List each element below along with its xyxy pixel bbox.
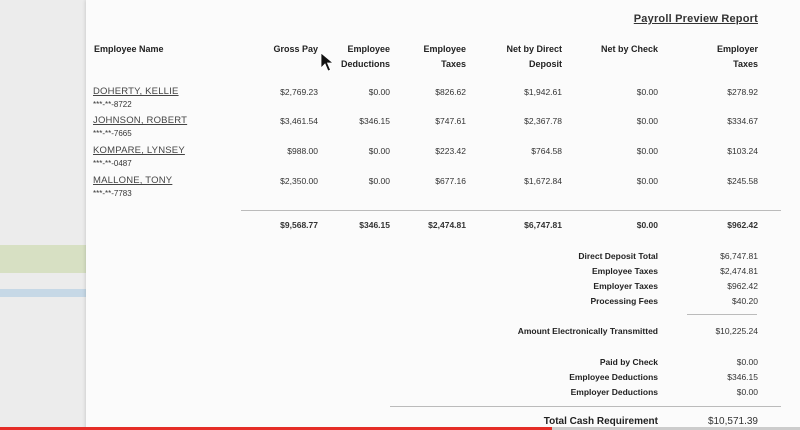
summary-employee-taxes-label: Employee Taxes xyxy=(592,266,658,276)
cell-employer-taxes: $334.67 xyxy=(727,116,758,126)
report-sheet: Payroll Preview Report Employee Name Gro… xyxy=(86,0,800,430)
cell-employee-taxes: $223.42 xyxy=(435,146,466,156)
col-header-net-by-check: Net by Check xyxy=(600,44,658,54)
cell-gross-pay: $2,350.00 xyxy=(280,176,318,186)
cell-employee-deductions: $0.00 xyxy=(368,87,390,97)
summary-divider-2 xyxy=(390,406,781,407)
summary-paid-by-check-value: $0.00 xyxy=(736,357,758,367)
cell-net-by-check: $0.00 xyxy=(636,176,658,186)
col-header-employee-taxes-line1: Employee xyxy=(423,44,466,54)
cell-gross-pay: $3,461.54 xyxy=(280,116,318,126)
summary-employee-deductions-value: $346.15 xyxy=(727,372,758,382)
cell-employee-deductions: $0.00 xyxy=(368,146,390,156)
cell-gross-pay: $988.00 xyxy=(287,146,318,156)
summary-total-cash-requirement-value: $10,571.39 xyxy=(707,416,758,427)
table-row: MALLONE, TONY ***-**-7783 $2,350.00 $0.0… xyxy=(86,175,800,205)
total-net-by-check: $0.00 xyxy=(636,220,658,230)
summary-direct-deposit-total-label: Direct Deposit Total xyxy=(578,251,658,261)
summary-employee-taxes-value: $2,474.81 xyxy=(720,266,758,276)
left-panel xyxy=(0,0,86,430)
total-gross-pay: $9,568.77 xyxy=(280,220,318,230)
cell-employer-taxes: $278.92 xyxy=(727,87,758,97)
cell-employee-deductions: $0.00 xyxy=(368,176,390,186)
cell-net-by-direct-deposit: $1,942.61 xyxy=(524,87,562,97)
mouse-pointer-icon xyxy=(320,52,334,72)
cell-net-by-check: $0.00 xyxy=(636,116,658,126)
left-panel-blue-band xyxy=(0,289,86,297)
summary-employee-deductions-label: Employee Deductions xyxy=(569,372,658,382)
summary-processing-fees-value: $40.20 xyxy=(732,296,758,306)
report-title[interactable]: Payroll Preview Report xyxy=(634,13,758,25)
col-header-net-direct-line1: Net by Direct xyxy=(506,44,562,54)
summary-employer-deductions-label: Employer Deductions xyxy=(570,387,658,397)
cell-employee-taxes: $677.16 xyxy=(435,176,466,186)
cell-gross-pay: $2,769.23 xyxy=(280,87,318,97)
cell-net-by-check: $0.00 xyxy=(636,87,658,97)
col-header-employee-deductions-line2: Deductions xyxy=(340,59,390,69)
col-header-employer-taxes-line2: Taxes xyxy=(733,59,758,69)
total-employer-taxes: $962.42 xyxy=(727,220,758,230)
employee-ssn: ***-**-0487 xyxy=(93,159,132,168)
cell-net-by-direct-deposit: $1,672.84 xyxy=(524,176,562,186)
employee-ssn: ***-**-7783 xyxy=(93,189,132,198)
summary-divider-1 xyxy=(687,314,757,315)
summary-employer-taxes-label: Employer Taxes xyxy=(593,281,658,291)
summary-paid-by-check-label: Paid by Check xyxy=(599,357,658,367)
summary-employer-deductions-value: $0.00 xyxy=(736,387,758,397)
summary-processing-fees-label: Processing Fees xyxy=(590,296,658,306)
employee-ssn: ***-**-7665 xyxy=(93,129,132,138)
col-header-net-by-direct-deposit: Net by Direct Deposit xyxy=(482,42,562,72)
summary-amount-transmitted-label: Amount Electronically Transmitted xyxy=(517,326,658,336)
total-net-by-direct-deposit: $6,747.81 xyxy=(524,220,562,230)
cell-employee-taxes: $747.61 xyxy=(435,116,466,126)
col-header-employer-taxes-line1: Employer xyxy=(716,44,758,54)
summary-amount-transmitted-value: $10,225.24 xyxy=(715,326,758,336)
col-header-gross-pay: Gross Pay xyxy=(273,44,318,54)
cell-employee-taxes: $826.62 xyxy=(435,87,466,97)
col-header-employee-deductions: Employee Deductions xyxy=(330,42,390,72)
cell-employee-deductions: $346.15 xyxy=(359,116,390,126)
col-header-employee-name: Employee Name xyxy=(94,44,164,54)
employee-name-link[interactable]: MALLONE, TONY xyxy=(93,175,172,186)
col-header-employee-taxes: Employee Taxes xyxy=(406,42,466,72)
table-row: KOMPARE, LYNSEY ***-**-0487 $988.00 $0.0… xyxy=(86,145,800,175)
left-panel-green-band xyxy=(0,245,86,273)
summary-total-cash-requirement-label: Total Cash Requirement xyxy=(543,416,658,427)
col-header-employer-taxes: Employer Taxes xyxy=(698,42,758,72)
summary-employer-taxes-value: $962.42 xyxy=(727,281,758,291)
table-row: DOHERTY, KELLIE ***-**-8722 $2,769.23 $0… xyxy=(86,86,800,116)
cell-net-by-direct-deposit: $2,367.78 xyxy=(524,116,562,126)
totals-row: $9,568.77 $346.15 $2,474.81 $6,747.81 $0… xyxy=(86,220,800,250)
employee-name-link[interactable]: DOHERTY, KELLIE xyxy=(93,86,179,97)
cell-employer-taxes: $103.24 xyxy=(727,146,758,156)
table-row: JOHNSON, ROBERT ***-**-7665 $3,461.54 $3… xyxy=(86,115,800,145)
totals-divider xyxy=(241,210,781,211)
employee-ssn: ***-**-8722 xyxy=(93,100,132,109)
col-header-employee-taxes-line2: Taxes xyxy=(441,59,466,69)
total-employee-deductions: $346.15 xyxy=(359,220,390,230)
total-employee-taxes: $2,474.81 xyxy=(428,220,466,230)
cell-net-by-direct-deposit: $764.58 xyxy=(531,146,562,156)
col-header-employee-deductions-line1: Employee xyxy=(347,44,390,54)
cell-employer-taxes: $245.58 xyxy=(727,176,758,186)
cell-net-by-check: $0.00 xyxy=(636,146,658,156)
employee-name-link[interactable]: JOHNSON, ROBERT xyxy=(93,115,187,126)
summary-direct-deposit-total-value: $6,747.81 xyxy=(720,251,758,261)
col-header-net-direct-line2: Deposit xyxy=(528,59,562,69)
employee-name-link[interactable]: KOMPARE, LYNSEY xyxy=(93,145,185,156)
